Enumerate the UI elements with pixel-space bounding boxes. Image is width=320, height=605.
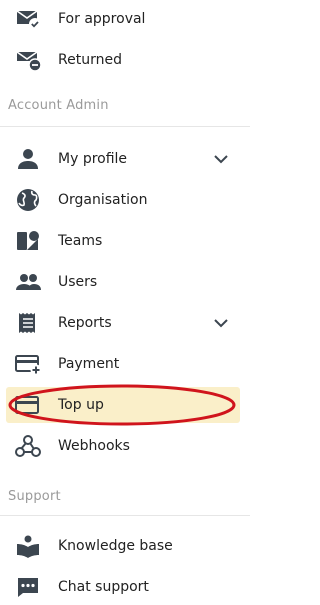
receipt-icon: [14, 311, 42, 335]
webhook-icon: [14, 434, 42, 458]
menu-item-teams[interactable]: Teams: [6, 223, 240, 259]
menu-item-top-up[interactable]: Top up: [6, 387, 240, 423]
chevron-down-icon[interactable]: [213, 316, 229, 330]
card-icon: [14, 393, 42, 417]
divider: [0, 126, 250, 127]
menu-item-label: Reports: [58, 315, 112, 331]
menu-item-label: Users: [58, 274, 98, 290]
menu-item-organisation[interactable]: Organisation: [6, 182, 240, 218]
chevron-down-icon[interactable]: [213, 152, 229, 166]
book-person-icon: [14, 534, 42, 558]
menu-item-users[interactable]: Users: [6, 264, 240, 300]
section-heading-support: Support: [8, 489, 61, 504]
menu-item-label: Organisation: [58, 192, 148, 208]
menu-item-label: Payment: [58, 356, 120, 372]
section-heading-account-admin: Account Admin: [8, 98, 109, 113]
mail-return-icon: [14, 48, 42, 72]
menu-item-label: Knowledge base: [58, 538, 173, 554]
menu-item-webhooks[interactable]: Webhooks: [6, 428, 240, 464]
menu-item-label: Top up: [58, 397, 104, 413]
teams-icon: [14, 229, 42, 253]
menu-item-label: Chat support: [58, 579, 149, 595]
menu-item-chat-support[interactable]: Chat support: [6, 569, 240, 605]
menu-item-for-approval[interactable]: For approval: [6, 1, 240, 37]
menu-item-returned[interactable]: Returned: [6, 42, 240, 78]
card-add-icon: [14, 352, 42, 376]
menu-item-reports[interactable]: Reports: [6, 305, 240, 341]
menu-item-knowledge-base[interactable]: Knowledge base: [6, 528, 240, 564]
menu-item-payment[interactable]: Payment: [6, 346, 240, 382]
person-icon: [14, 147, 42, 171]
globe-icon: [14, 188, 42, 212]
menu-item-label: My profile: [58, 151, 128, 167]
menu-item-label: Webhooks: [58, 438, 130, 454]
chat-icon: [14, 575, 42, 599]
menu-item-label: Returned: [58, 52, 122, 68]
menu-item-label: For approval: [58, 11, 146, 27]
menu-item-label: Teams: [58, 233, 103, 249]
mail-check-icon: [14, 7, 42, 31]
divider: [0, 515, 250, 516]
menu-item-my-profile[interactable]: My profile: [6, 141, 240, 177]
users-icon: [14, 270, 42, 294]
